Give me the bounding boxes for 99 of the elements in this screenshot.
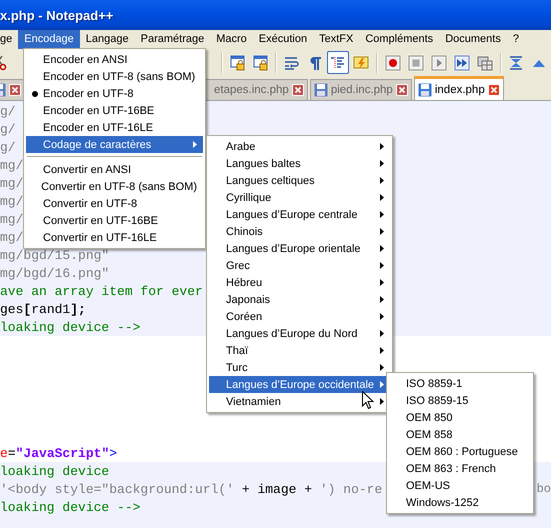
submenu-arrow-icon — [380, 228, 384, 235]
menu-item[interactable]: OEM-US — [389, 477, 531, 494]
collapse-icon — [508, 54, 524, 70]
indent-guide-icon — [330, 54, 346, 70]
play-icon — [430, 54, 447, 70]
menu-item[interactable]: Convertir en UTF-16BE — [26, 212, 203, 229]
submenu-arrow-icon — [380, 364, 384, 371]
submenu-arrow-icon — [380, 262, 384, 269]
menu-item[interactable]: Encoder en UTF-16LE — [26, 119, 203, 136]
code-line: ave an array item for ever — [0, 284, 203, 298]
lightning-icon — [353, 54, 370, 70]
submenu-arrow-icon — [380, 160, 384, 167]
code-line: g/ — [0, 104, 16, 118]
submenu-arrow-icon — [380, 296, 384, 303]
menu-item[interactable]: Encoder en UTF-16BE — [26, 102, 203, 119]
close-icon[interactable] — [9, 84, 21, 96]
menu-item[interactable]: OEM 863 : French — [389, 460, 531, 477]
code-line: loaking device — [0, 464, 110, 478]
code-line: g/ — [0, 122, 16, 136]
submenu-arrow-icon — [380, 177, 384, 184]
code-line: mg/ — [0, 194, 24, 208]
code-fragment: bo — [536, 482, 551, 496]
submenu-arrow-icon — [380, 194, 384, 201]
menu-item[interactable]: Langues d’Europe orientale — [209, 240, 390, 257]
menu-item[interactable]: Encoder en UTF-8 — [26, 85, 203, 102]
menu-item[interactable]: Coréen — [209, 308, 390, 325]
menu-item[interactable]: Convertir en UTF-8 — [26, 195, 203, 212]
file-tab[interactable]: etapes.inc.php — [205, 79, 308, 100]
code-line: mg/ — [0, 230, 24, 244]
close-icon[interactable] — [292, 84, 304, 96]
code-line: mg/ — [0, 158, 24, 172]
file-tab[interactable]: index.php — [414, 76, 504, 100]
close-icon[interactable] — [488, 84, 500, 96]
menu-item[interactable]: ge — [0, 30, 18, 49]
code-line: '<body style="background:url(' + image + ') no-re — [0, 482, 382, 496]
menu-item[interactable]: ISO 8859-15 — [389, 392, 531, 409]
fast-forward-icon — [454, 54, 470, 70]
toolbar-button[interactable] — [327, 51, 350, 74]
menu-item[interactable]: Convertir en ANSI — [26, 161, 203, 178]
close-icon[interactable] — [396, 84, 408, 96]
mouse-pointer-icon — [362, 391, 374, 410]
code-line: mg/ — [0, 176, 24, 190]
stop-icon — [408, 54, 424, 70]
menu-item[interactable]: Encodage — [18, 30, 80, 49]
menu-item[interactable]: ? — [506, 30, 525, 49]
bullet-icon — [32, 90, 38, 96]
menu-item[interactable]: Chinois — [209, 223, 390, 240]
submenu-arrow-icon — [380, 143, 384, 150]
submenu-arrow-icon — [380, 330, 384, 337]
code-line: loaking device --> — [0, 500, 140, 514]
menu-item[interactable]: Vietnamien — [209, 393, 390, 410]
menu-item[interactable]: Langues d’Europe du Nord — [209, 325, 390, 342]
submenu-arrow-icon — [380, 381, 384, 388]
code-line: ges[rand1]; — [0, 302, 86, 316]
submenu-arrow-icon — [380, 313, 384, 320]
window-title: x.php - Notepad++ — [0, 8, 114, 22]
code-line: mg/bgd/16.png" — [0, 266, 110, 280]
record-icon — [384, 54, 401, 70]
menu-item[interactable]: Arabe — [209, 138, 390, 155]
menu-item[interactable]: Compléments — [359, 30, 440, 49]
menu-item[interactable]: Encoder en UTF-8 (sans BOM) — [26, 68, 203, 85]
menu-item[interactable]: ISO 8859-1 — [389, 375, 531, 392]
submenu-arrow-icon — [380, 398, 384, 405]
submenu-arrow-icon — [380, 347, 384, 354]
menu-item[interactable]: Thaï — [209, 342, 390, 359]
code-line: mg/bgd/15.png" — [0, 248, 110, 262]
menu-item[interactable]: Convertir en UTF-16LE — [26, 229, 203, 246]
menu-item[interactable]: Paramétrage — [134, 30, 210, 49]
submenu-arrow-icon — [380, 245, 384, 252]
menu-item[interactable]: Langage — [80, 30, 135, 49]
code-line: g/ — [0, 140, 16, 154]
menu-item[interactable]: Langues d’Europe centrale — [209, 206, 390, 223]
menu-item[interactable]: TextFX — [313, 30, 360, 49]
menu-item[interactable]: Langues celtiques — [209, 172, 390, 189]
menu-item[interactable]: Macro — [210, 30, 253, 49]
code-line: loaking device --> — [0, 320, 140, 334]
locked-window-icon — [252, 54, 269, 70]
submenu-arrow-icon — [380, 279, 384, 286]
file-tab[interactable]: pied.inc.php — [310, 79, 412, 100]
menu-item[interactable]: Langues baltes — [209, 155, 390, 172]
code-line: e="JavaScript"> — [0, 446, 118, 460]
code-line: mg/ — [0, 212, 24, 226]
submenu-arrow-icon — [193, 141, 197, 148]
menu-item[interactable]: Windows-1252 — [389, 494, 531, 511]
menu-item[interactable]: Encoder en ANSI — [26, 51, 203, 68]
menu-item[interactable]: Convertir en UTF-8 (sans BOM) — [26, 178, 203, 195]
submenu-arrow-icon — [380, 211, 384, 218]
menu-item[interactable]: Turc — [209, 359, 390, 376]
grid-icon — [477, 54, 494, 70]
menu-item[interactable]: Japonais — [209, 291, 390, 308]
menu-item[interactable]: Exécution — [252, 30, 314, 49]
menu-item[interactable]: Hébreu — [209, 274, 390, 291]
menu-item[interactable]: OEM 860 : Portuguese — [389, 443, 531, 460]
wrap-lines-icon — [284, 54, 300, 70]
menu-item[interactable]: Grec — [209, 257, 390, 274]
menu-item[interactable]: Documents — [439, 30, 507, 49]
menu-item[interactable]: Cyrillique — [209, 189, 390, 206]
locked-window-icon — [230, 54, 246, 70]
menu-item[interactable]: Codage de caractères — [26, 136, 203, 153]
